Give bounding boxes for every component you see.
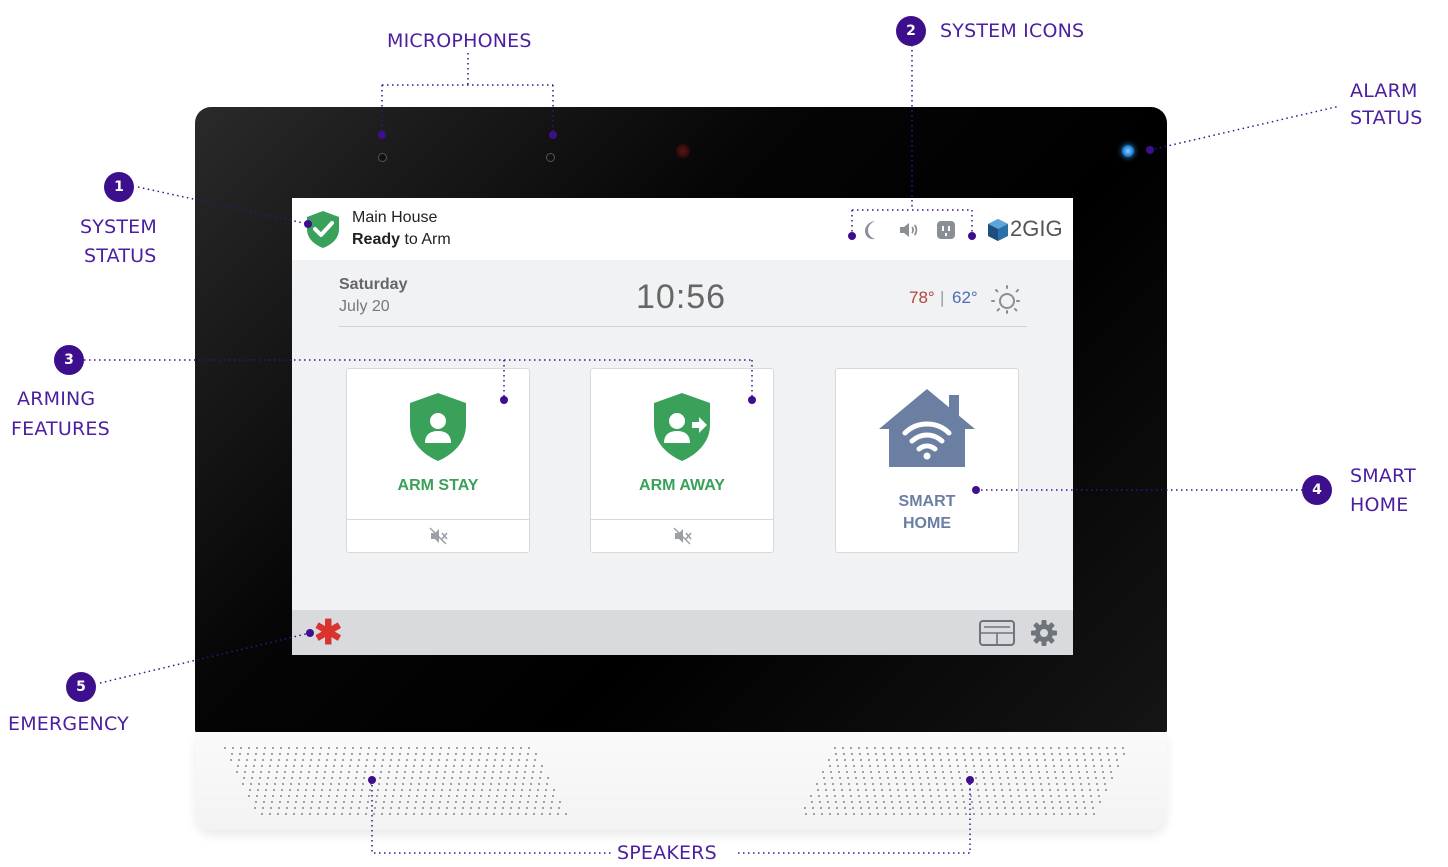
clock-time: 10:56	[636, 278, 727, 316]
mute-icon[interactable]	[673, 527, 693, 545]
alarm-status-led	[1122, 145, 1134, 157]
arm-away-label: ARM AWAY	[639, 477, 725, 494]
callout-system-status-2: STATUS	[84, 245, 157, 267]
smart-home-label-2: HOME	[903, 515, 951, 532]
brand-logo: 2GIG	[1010, 216, 1063, 241]
moon-icon[interactable]	[859, 218, 883, 242]
sun-icon	[991, 285, 1023, 317]
person-shield-icon	[410, 393, 466, 461]
callout-speakers: SPEAKERS	[617, 842, 717, 864]
callout-alarm-status-1: ALARM	[1350, 80, 1418, 102]
gear-icon[interactable]	[1030, 619, 1058, 647]
outlet-icon[interactable]	[934, 218, 958, 242]
speaker-base	[195, 732, 1167, 830]
badge-smart-home: 4	[1302, 475, 1332, 505]
callout-alarm-status-2: STATUS	[1350, 107, 1423, 129]
badge-system-icons: 2	[896, 16, 926, 46]
mute-icon[interactable]	[429, 527, 449, 545]
badge-emergency: 5	[66, 672, 96, 702]
temp-low: 62°	[952, 288, 978, 307]
logo-cube-icon	[988, 219, 1008, 241]
arm-state-rest: to Arm	[400, 231, 451, 248]
callout-system-icons: SYSTEM ICONS	[940, 20, 1085, 42]
tile-divider	[347, 519, 529, 520]
arm-stay-label: ARM STAY	[397, 477, 479, 494]
microphone-right	[546, 153, 555, 162]
keypad-icon[interactable]	[979, 620, 1015, 646]
date-day: Saturday	[339, 276, 408, 293]
camera-lens	[676, 144, 690, 158]
smart-home-label-1: SMART	[898, 493, 956, 510]
callout-emergency: EMERGENCY	[8, 713, 129, 735]
temp-high: 78°	[909, 288, 935, 307]
location-name: Main House	[352, 209, 438, 226]
bottom-bar: ✱	[292, 610, 1073, 655]
arm-away-button[interactable]: ARM AWAY	[590, 368, 774, 553]
arm-state: Ready to Arm	[352, 231, 451, 249]
arm-stay-button[interactable]: ARM STAY	[346, 368, 530, 553]
status-bar: Main House Ready to Arm 2GIG	[292, 198, 1073, 260]
check-shield-icon[interactable]	[304, 209, 342, 249]
person-arrow-shield-icon	[654, 393, 710, 461]
arm-state-bold: Ready	[352, 231, 401, 248]
microphone-left	[378, 153, 387, 162]
touch-screen: Main House Ready to Arm 2GIG Saturday Ju…	[292, 198, 1073, 655]
tile-divider	[591, 519, 773, 520]
callout-system-status-1: SYSTEM	[80, 216, 157, 238]
smart-home-button[interactable]: SMART HOME	[835, 368, 1019, 553]
callout-arming-2: FEATURES	[11, 418, 110, 440]
emergency-button[interactable]: ✱	[314, 614, 343, 652]
callout-smart-home-1: SMART	[1350, 465, 1416, 487]
callout-smart-home-2: HOME	[1350, 494, 1409, 516]
speaker-grille	[224, 747, 1125, 815]
date-month-day: July 20	[339, 298, 390, 315]
callout-microphones: MICROPHONES	[387, 30, 532, 52]
badge-system-status: 1	[104, 172, 134, 202]
header-divider	[339, 326, 1027, 327]
wifi-house-icon	[879, 389, 975, 467]
callout-arming-1: ARMING	[17, 388, 96, 410]
temp-separator: |	[940, 288, 945, 307]
speaker-icon[interactable]	[896, 218, 920, 242]
badge-arming: 3	[54, 345, 84, 375]
